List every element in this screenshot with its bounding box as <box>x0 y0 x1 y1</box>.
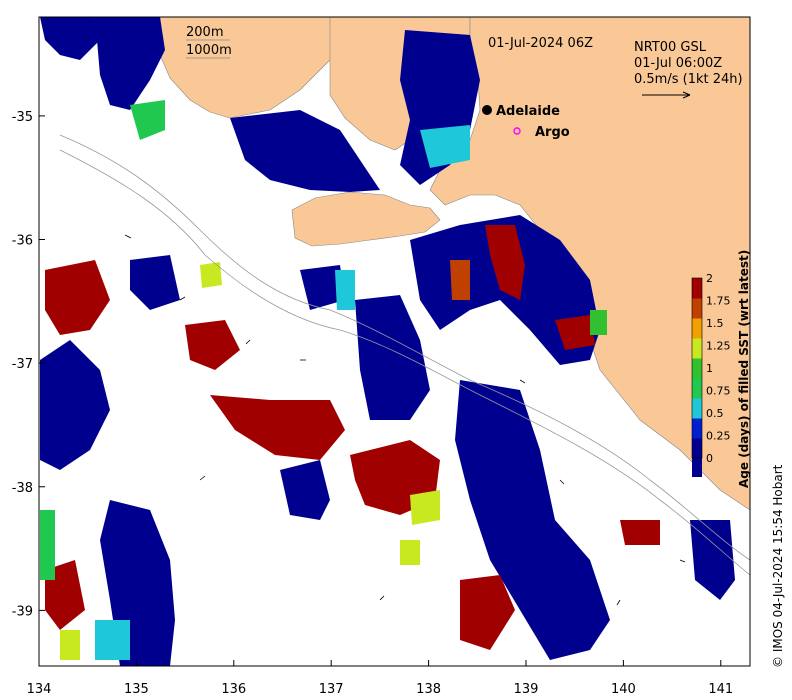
credit-text: © IMOS 04-Jul-2024 15:54 Hobart <box>771 464 785 668</box>
map-timestamp: 01-Jul-2024 06Z <box>488 36 593 51</box>
sst-patch <box>410 490 440 525</box>
product-line-2: 01-Jul 06:00Z <box>634 56 722 71</box>
sst-patch <box>450 260 470 300</box>
x-tick-label: 140 <box>611 682 636 697</box>
adelaide-label: Adelaide <box>496 104 560 119</box>
colorbar-band <box>692 318 702 339</box>
sst-patch <box>590 310 607 335</box>
colorbar-band <box>692 398 702 419</box>
y-tick-label: -37 <box>12 357 33 372</box>
x-tick-label: 134 <box>27 682 52 697</box>
sst-patch <box>400 540 420 565</box>
colorbar-band <box>692 358 702 379</box>
x-tick-label: 135 <box>124 682 149 697</box>
sst-patch <box>60 630 80 660</box>
sst-patch <box>95 620 130 660</box>
adelaide-marker <box>482 105 492 115</box>
contour-label-1000m: 1000m <box>186 43 232 58</box>
colorbar-tick-label: 1.25 <box>706 340 731 353</box>
y-tick-label: -39 <box>12 604 33 619</box>
x-tick-label: 136 <box>221 682 246 697</box>
colorbar-band <box>692 378 702 399</box>
colorbar-tick-label: 0.5 <box>706 407 724 420</box>
y-tick-label: -36 <box>12 234 33 249</box>
argo-label: Argo <box>535 125 570 140</box>
sst-patch <box>620 520 660 545</box>
sst-patch <box>40 510 55 580</box>
colorbar-tick-label: 1 <box>706 362 713 375</box>
colorbar-title: Age (days) of filled SST (wrt latest) <box>737 250 751 488</box>
colorbar-tick-label: 0.25 <box>706 430 731 443</box>
sst-age-map: 134 135 136 137 138 139 140 141 -35 -36 -37 -38 -39… <box>12 16 785 697</box>
y-tick-label: -38 <box>12 481 33 496</box>
sst-patch <box>200 262 222 288</box>
colorbar-band <box>692 418 702 439</box>
colorbar-tick-label: 1.5 <box>706 317 724 330</box>
x-tick-label: 141 <box>708 682 733 697</box>
colorbar-band <box>692 298 702 319</box>
x-tick-label: 138 <box>416 682 441 697</box>
colorbar-band <box>692 278 702 299</box>
colorbar-tick-label: 0.75 <box>706 385 731 398</box>
x-tick-label: 139 <box>514 682 539 697</box>
y-tick-label: -35 <box>12 110 33 125</box>
product-line-1: NRT00 GSL <box>634 40 707 55</box>
colorbar-tick-label: 1.75 <box>706 295 731 308</box>
colorbar-tick-label: 2 <box>706 272 713 285</box>
sst-patch <box>335 270 355 310</box>
contour-label-200m: 200m <box>186 25 223 40</box>
scale-label: 0.5m/s (1kt 24h) <box>634 72 743 87</box>
colorbar-band <box>692 338 702 359</box>
colorbar-band <box>692 438 702 459</box>
colorbar-tick-label: 0 <box>706 452 713 465</box>
x-tick-label: 137 <box>319 682 344 697</box>
